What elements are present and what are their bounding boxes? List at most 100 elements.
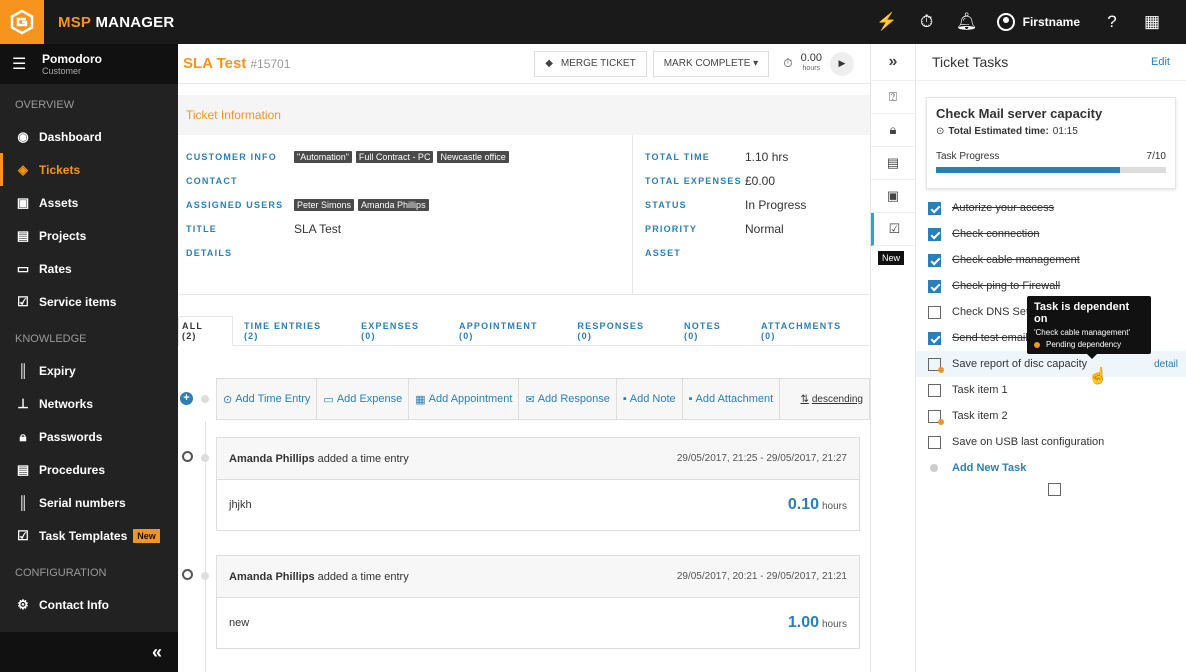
top-bar: MSP MANAGER ⚡ ⏱ 🔔︎ Firstname ? ▦: [0, 0, 1186, 44]
sidebar-item-tickets[interactable]: ◈ Tickets: [0, 153, 178, 186]
sidebar-item-procedures[interactable]: ▤ Procedures: [0, 453, 178, 486]
task-detail-link[interactable]: detail: [1154, 359, 1178, 370]
task-label: Autorize your access: [952, 202, 1055, 214]
entry-header: Amanda Phillips added a time entry 29/05/2…: [217, 438, 859, 480]
add-note-button[interactable]: ▪ Add Note: [617, 378, 683, 420]
sidebar-item-service-items[interactable]: ☑ Service items: [0, 285, 178, 318]
bell-icon[interactable]: 🔔︎: [947, 0, 987, 44]
contact-panel-icon[interactable]: ▣: [871, 180, 915, 213]
sidebar-item-passwords[interactable]: 🔒︎ Passwords: [0, 420, 178, 453]
sidebar-item-label: Assets: [39, 195, 79, 210]
ticket-tasks-panel: Ticket Tasks Edit Check Mail server capa…: [916, 44, 1186, 672]
question-panel-icon[interactable]: ⍰: [871, 81, 915, 114]
help-icon[interactable]: ?: [1092, 0, 1132, 44]
assigned-user-tag[interactable]: Amanda Phillips: [358, 199, 429, 211]
entry-hours: 0.10 hours: [788, 496, 847, 514]
logo[interactable]: [0, 0, 44, 44]
checkbox-icon: ☑: [17, 527, 29, 543]
tab-attachments[interactable]: ATTACHMENTS (0): [750, 316, 870, 346]
file-icon: ▪: [688, 393, 693, 405]
menu-icon[interactable]: ☰: [12, 54, 30, 74]
sidebar-item-assets[interactable]: ▣ Assets: [0, 186, 178, 219]
grid-icon[interactable]: ▦: [1132, 0, 1172, 44]
section-configuration: CONFIGURATION: [15, 567, 107, 579]
sidebar-item-networks[interactable]: ⊥ Networks: [0, 387, 178, 420]
ticket-number: #15701: [250, 56, 291, 71]
customer-tag[interactable]: "Automation": [294, 151, 352, 163]
tab-all[interactable]: ALL (2): [178, 315, 233, 346]
merge-ticket-button[interactable]: ◆ MERGE TICKET: [534, 50, 647, 77]
task-item[interactable]: Task item 2: [916, 403, 1186, 429]
task-item[interactable]: Autorize your access: [916, 195, 1186, 221]
tab-responses[interactable]: RESPONSES (0): [566, 316, 673, 346]
entry-body: jhjkh 0.10 hours: [217, 480, 859, 530]
info-label: ASSET: [645, 248, 682, 258]
task-checkbox[interactable]: [928, 331, 941, 345]
title-value: SLA Test: [294, 222, 342, 236]
task-checkbox[interactable]: [928, 435, 941, 449]
progress-count: 7/10: [1146, 151, 1166, 162]
activity-actions-row: + ⊙ Add Time Entry ▭ Add Expense ▦ Add Appo…: [178, 377, 870, 421]
edit-tasks-link[interactable]: Edit: [1151, 56, 1170, 68]
customer-header[interactable]: ☰ Pomodoro Customer: [0, 44, 178, 84]
task-checkbox[interactable]: [928, 279, 941, 293]
info-label: PRIORITY: [645, 224, 698, 234]
sidebar-collapse-button[interactable]: «: [0, 632, 178, 672]
progress-bar-fill: [936, 167, 1120, 173]
task-item[interactable]: Save report of disc capacity detail: [916, 351, 1186, 377]
sidebar-item-task-templates[interactable]: ☑ Task Templates New: [0, 519, 178, 552]
info-label: CUSTOMER INFO: [186, 152, 277, 162]
user-menu[interactable]: Firstname: [996, 13, 1080, 31]
sidebar-item-projects[interactable]: ▤ Projects: [0, 219, 178, 252]
add-attachment-button[interactable]: ▪ Add Attachment: [683, 378, 781, 420]
brand-accent: MSP: [58, 13, 92, 31]
add-new-task-button[interactable]: Add New Task: [916, 455, 1186, 481]
ticket-info-left: CUSTOMER INFO "Automation" Full Contract…: [178, 135, 633, 294]
tab-time-entries[interactable]: TIME ENTRIES (2): [233, 316, 350, 346]
assigned-user-tag[interactable]: Peter Simons: [294, 199, 355, 211]
progress-bar: [936, 167, 1166, 173]
task-item[interactable]: Check connection: [916, 221, 1186, 247]
entry-body: new 1.00 hours: [217, 598, 859, 648]
task-checkbox[interactable]: [928, 383, 941, 397]
sort-descending-button[interactable]: ⇅ descending: [794, 378, 869, 420]
sidebar-item-label: Tickets: [39, 162, 81, 177]
tab-expenses[interactable]: EXPENSES (0): [350, 316, 448, 346]
add-icon[interactable]: +: [180, 392, 193, 405]
activity-entry: Amanda Phillips added a time entry 29/05/2…: [216, 437, 860, 531]
play-button[interactable]: ▶: [830, 51, 854, 76]
sidebar-item-contact-info[interactable]: ⚙ Contact Info: [0, 588, 178, 621]
tab-notes[interactable]: NOTES (0): [673, 316, 750, 346]
tab-appointment[interactable]: APPOINTMENT (0): [448, 316, 566, 346]
timer-icon[interactable]: ⏱: [907, 0, 947, 44]
add-appointment-button[interactable]: ▦ Add Appointment: [409, 378, 520, 420]
customer-tag[interactable]: Newcastle office: [437, 151, 509, 163]
mark-complete-button[interactable]: MARK COMPLETE ▾: [652, 50, 770, 77]
add-expense-button[interactable]: ▭ Add Expense: [317, 378, 410, 420]
sidebar-item-expiry[interactable]: ║ Expiry: [0, 354, 178, 387]
task-item[interactable]: Check cable management: [916, 247, 1186, 273]
expand-panel-button[interactable]: »: [871, 44, 915, 81]
sidebar-item-rates[interactable]: ▭ Rates: [0, 252, 178, 285]
lock-panel-icon[interactable]: 🔒︎: [871, 114, 915, 147]
tasks-panel-icon[interactable]: ☑: [871, 213, 915, 246]
presentation-panel-icon[interactable]: ▤: [871, 147, 915, 180]
task-item[interactable]: Task item 1: [916, 377, 1186, 403]
add-time-entry-button[interactable]: ⊙ Add Time Entry: [217, 378, 318, 420]
info-label: TOTAL TIME: [645, 152, 710, 162]
task-checkbox[interactable]: [928, 305, 941, 319]
customer-tag[interactable]: Full Contract - PC: [355, 151, 434, 163]
task-item[interactable]: Save on USB last configuration: [916, 429, 1186, 455]
empty-checkbox[interactable]: [1048, 483, 1061, 496]
merge-ticket-label: MERGE TICKET: [560, 58, 636, 69]
entry-hours-value: 0.10: [787, 496, 819, 513]
add-response-button[interactable]: ✉ Add Response: [519, 378, 617, 420]
task-checkbox[interactable]: [928, 253, 941, 267]
action-label: Add Time Entry: [235, 393, 311, 405]
broom-icon[interactable]: ⚡: [867, 0, 907, 44]
task-checkbox[interactable]: [928, 201, 941, 215]
sidebar-item-dashboard[interactable]: ◉ Dashboard: [0, 120, 178, 153]
sidebar-item-serial-numbers[interactable]: ║ Serial numbers: [0, 486, 178, 519]
task-checkbox[interactable]: [928, 227, 941, 241]
ticket-timer: ⏱ 0.00 hours ▶: [783, 51, 854, 76]
